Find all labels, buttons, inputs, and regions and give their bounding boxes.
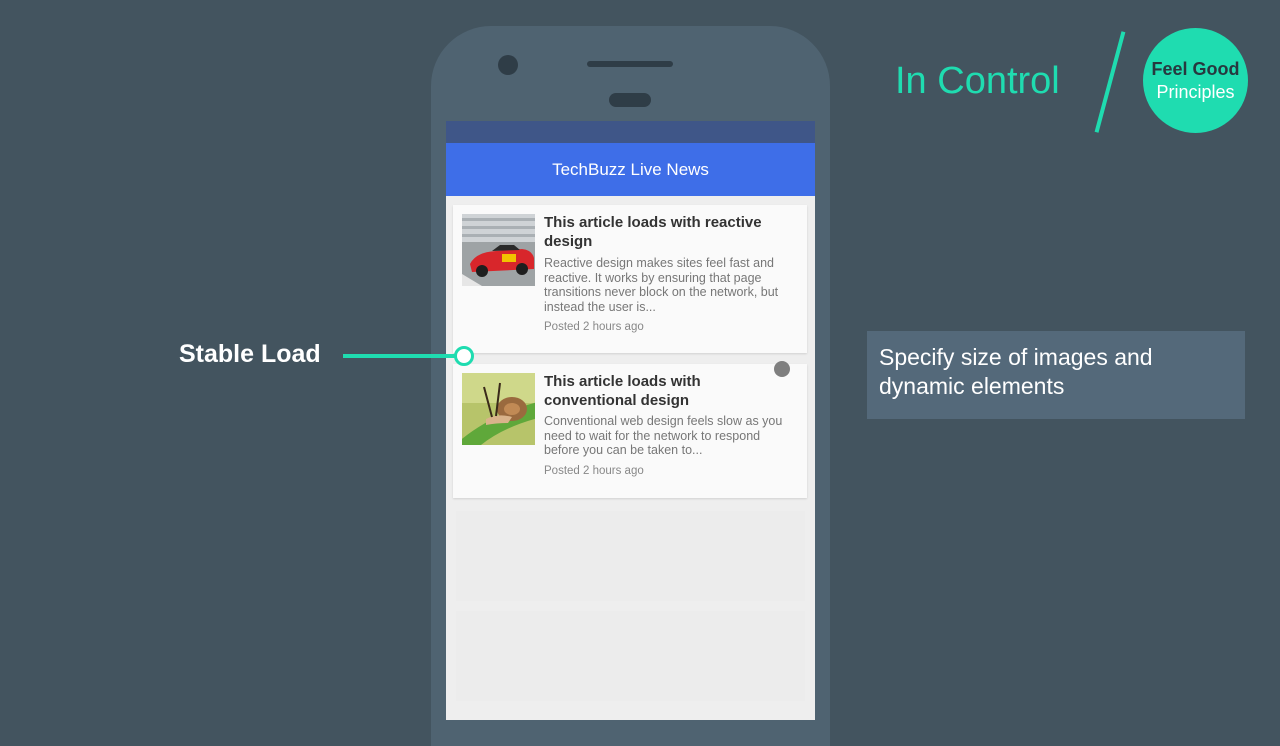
status-bar bbox=[446, 121, 815, 143]
race-car-image bbox=[462, 214, 535, 286]
app-bar: TechBuzz Live News bbox=[446, 143, 815, 196]
article-excerpt: Reactive design makes sites feel fast an… bbox=[544, 256, 779, 314]
principles-badge: Feel Good Principles bbox=[1143, 28, 1248, 133]
article-title[interactable]: This article loads with reactive design bbox=[544, 213, 796, 251]
phone-camera bbox=[498, 55, 518, 75]
phone-speaker bbox=[587, 61, 673, 67]
callout-connector bbox=[343, 354, 457, 358]
article-excerpt: Conventional web design feels slow as yo… bbox=[544, 414, 783, 457]
article-timestamp: Posted 2 hours ago bbox=[544, 321, 644, 333]
article-card[interactable]: This article loads with reactive design … bbox=[453, 205, 807, 353]
app-title-text: TechBuzz Live News bbox=[552, 159, 709, 179]
article-timestamp: Posted 2 hours ago bbox=[544, 464, 644, 477]
snail-image bbox=[462, 373, 535, 445]
info-box: Specify size of images and dynamic eleme… bbox=[867, 331, 1245, 419]
skeleton-placeholder bbox=[456, 611, 805, 701]
phone-sensor bbox=[609, 93, 651, 107]
article-title[interactable]: This article loads with conventional des… bbox=[544, 372, 796, 410]
loading-indicator bbox=[774, 361, 790, 377]
info-box-text: Specify size of images and dynamic eleme… bbox=[879, 344, 1153, 399]
callout-label: Stable Load bbox=[179, 340, 321, 368]
callout-marker bbox=[454, 346, 474, 366]
phone-screen: TechBuzz Live News This article loads wi… bbox=[446, 121, 815, 720]
badge-line-2: Principles bbox=[1156, 81, 1235, 102]
skeleton-placeholder bbox=[456, 511, 805, 601]
badge-line-1: Feel Good bbox=[1151, 58, 1240, 79]
section-title: In Control bbox=[895, 60, 1060, 102]
divider-slash bbox=[1094, 31, 1126, 133]
article-card[interactable]: This article loads with conventional des… bbox=[453, 364, 807, 498]
